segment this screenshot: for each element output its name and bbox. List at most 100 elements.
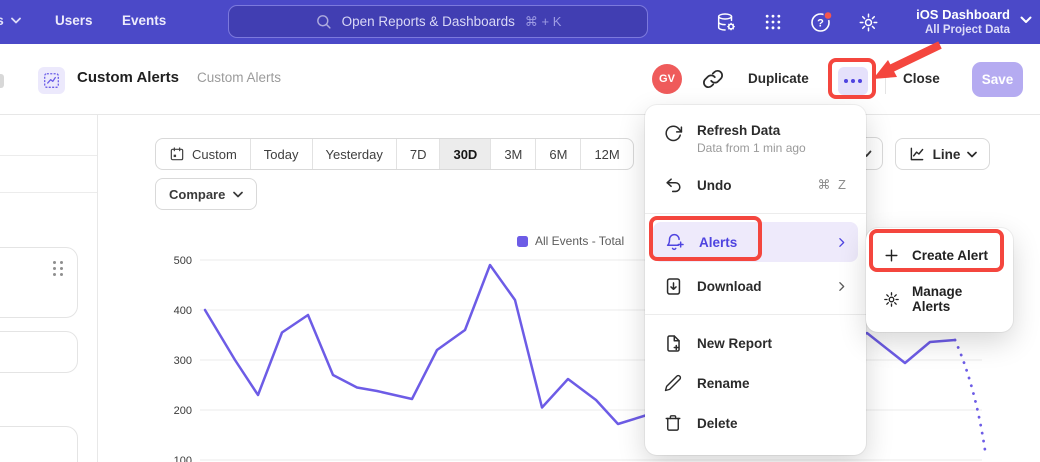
menu-item-delete[interactable]: Delete <box>645 403 866 443</box>
date-range-control: Custom Today Yesterday 7D 30D 3M 6M 12M <box>155 138 634 170</box>
settings-button[interactable] <box>856 10 880 34</box>
compare-label: Compare <box>169 187 225 202</box>
menu-item-undo[interactable]: Undo ⌘ Z <box>645 165 866 205</box>
menu-item-refresh-data[interactable]: Refresh Data Data from 1 min ago <box>645 115 866 161</box>
svg-text:?: ? <box>817 18 824 30</box>
drag-handle-icon[interactable] <box>53 261 64 276</box>
apps-grid-button[interactable] <box>761 10 785 34</box>
range-label: Yesterday <box>326 147 383 162</box>
project-switcher[interactable]: iOS Dashboard All Project Data <box>916 6 1010 37</box>
chart-type-button[interactable]: Line <box>895 138 990 170</box>
menu-item-label: New Report <box>697 336 772 351</box>
range-label: 12M <box>594 147 619 162</box>
data-integrations-button[interactable] <box>714 10 738 34</box>
svg-text:400: 400 <box>174 305 192 317</box>
settings-icon <box>858 12 879 33</box>
report-options-menu: Refresh Data Data from 1 min ago Undo ⌘ … <box>645 105 866 455</box>
sidebar-card[interactable] <box>0 426 78 462</box>
submenu-item-label: Manage Alerts <box>912 284 997 314</box>
range-label: 7D <box>410 147 427 162</box>
range-label: 30D <box>453 147 477 162</box>
menu-item-sublabel: Data from 1 min ago <box>697 141 806 155</box>
chevron-down-icon <box>233 191 243 198</box>
page-title: Custom Alerts <box>77 69 179 86</box>
help-button[interactable]: ? <box>809 10 833 34</box>
undo-icon <box>663 175 683 195</box>
gear-icon <box>882 290 900 308</box>
menu-item-label: Refresh Data <box>697 123 780 138</box>
search-placeholder: Open Reports & Dashboards <box>342 14 515 29</box>
calendar-icon <box>169 146 185 162</box>
page: s Users Events Open Reports & Dashboards… <box>0 0 1040 462</box>
file-download-icon <box>663 276 683 296</box>
line-chart-icon <box>908 145 926 163</box>
range-custom[interactable]: Custom <box>156 139 250 169</box>
edge-truncated-element <box>0 74 4 88</box>
menu-item-new-report[interactable]: New Report <box>645 323 866 363</box>
svg-text:500: 500 <box>174 255 192 267</box>
alerts-submenu: Create Alert Manage Alerts <box>866 228 1013 332</box>
menu-item-rename[interactable]: Rename <box>645 363 866 403</box>
menu-item-label: Alerts <box>699 235 737 250</box>
nav-truncated-item[interactable]: s <box>0 12 21 28</box>
nav-item-events[interactable]: Events <box>122 13 166 28</box>
more-options-button[interactable] <box>838 67 868 95</box>
sidebar-card[interactable] <box>0 331 78 373</box>
avatar[interactable]: GV <box>652 64 682 94</box>
plus-icon <box>882 246 900 264</box>
project-name: iOS Dashboard <box>916 6 1010 23</box>
search-input[interactable]: Open Reports & Dashboards ⌘ + K <box>228 5 648 38</box>
trash-icon <box>663 413 683 433</box>
menu-item-label: Download <box>697 279 762 294</box>
range-yesterday[interactable]: Yesterday <box>312 139 396 169</box>
menu-item-label: Delete <box>697 416 738 431</box>
breadcrumb: Custom Alerts <box>197 70 281 85</box>
link-icon <box>702 68 724 90</box>
nav-truncated-label: s <box>0 12 4 28</box>
report-type-icon <box>38 67 65 94</box>
legend-label: All Events - Total <box>535 234 624 248</box>
range-label: 6M <box>549 147 567 162</box>
legend-swatch <box>517 236 528 247</box>
header-divider <box>885 68 886 94</box>
bell-plus-icon <box>665 232 685 252</box>
menu-item-alerts[interactable]: Alerts <box>653 222 858 262</box>
svg-text:200: 200 <box>174 405 192 417</box>
chevron-right-icon <box>835 236 848 249</box>
range-label: Today <box>264 147 299 162</box>
chevron-down-icon <box>11 17 21 24</box>
top-nav: s Users Events Open Reports & Dashboards… <box>0 0 1040 44</box>
sidebar-divider <box>0 155 97 156</box>
compare-button[interactable]: Compare <box>155 178 257 210</box>
save-button[interactable]: Save <box>972 62 1023 97</box>
range-today[interactable]: Today <box>250 139 312 169</box>
close-button[interactable]: Close <box>903 71 940 86</box>
range-7d[interactable]: 7D <box>396 139 440 169</box>
left-sidebar <box>0 115 98 462</box>
duplicate-button[interactable]: Duplicate <box>748 71 809 86</box>
help-icon: ? <box>809 10 833 34</box>
svg-text:300: 300 <box>174 355 192 367</box>
nav-item-users[interactable]: Users <box>55 13 93 28</box>
sidebar-divider <box>0 192 97 193</box>
menu-separator <box>645 314 866 315</box>
apps-grid-icon <box>763 12 783 32</box>
range-12m[interactable]: 12M <box>580 139 632 169</box>
range-3m[interactable]: 3M <box>490 139 535 169</box>
chart-legend: All Events - Total <box>517 234 624 248</box>
data-integrations-icon <box>715 11 737 33</box>
project-scope: All Project Data <box>916 23 1010 37</box>
submenu-item-manage-alerts[interactable]: Manage Alerts <box>866 274 1013 324</box>
chart-type-label: Line <box>933 147 961 162</box>
menu-separator <box>645 213 866 214</box>
copy-link-button[interactable] <box>702 68 724 90</box>
sidebar-card[interactable] <box>0 247 78 318</box>
menu-item-download[interactable]: Download <box>645 266 866 306</box>
submenu-item-label: Create Alert <box>912 248 988 263</box>
chevron-down-icon <box>1020 16 1032 24</box>
submenu-item-create-alert[interactable]: Create Alert <box>866 236 1013 274</box>
range-label: Custom <box>192 147 237 162</box>
range-30d[interactable]: 30D <box>439 139 490 169</box>
svg-text:100: 100 <box>174 455 192 462</box>
range-6m[interactable]: 6M <box>535 139 580 169</box>
